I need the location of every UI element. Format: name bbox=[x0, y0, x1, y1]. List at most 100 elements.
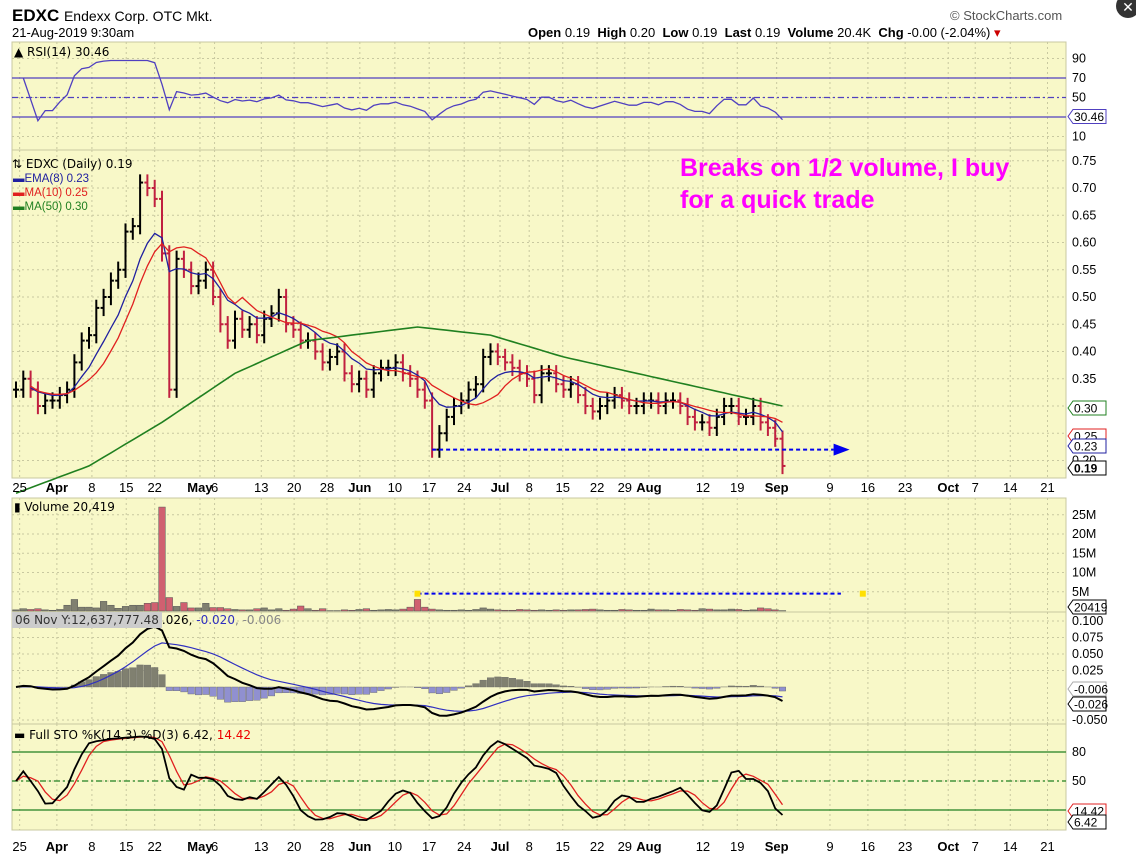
macd-histogram-bar bbox=[209, 686, 217, 697]
volume-bar bbox=[713, 609, 721, 612]
volume-bar bbox=[457, 609, 465, 612]
ma50-value-tag-text: 0.30 bbox=[1074, 402, 1098, 416]
macd-histogram-bar bbox=[691, 686, 699, 689]
volume-bar bbox=[348, 609, 356, 612]
macd-histogram-bar bbox=[457, 686, 465, 689]
volume-bar bbox=[749, 609, 757, 612]
volume-bar bbox=[180, 602, 188, 612]
macd-tick-label: 0.100 bbox=[1072, 614, 1103, 628]
x-tick-label: 16 bbox=[861, 839, 875, 854]
macd-histogram-bar bbox=[581, 686, 589, 689]
vol-tick-label: 25M bbox=[1072, 508, 1096, 522]
x-tick-label: 9 bbox=[826, 480, 833, 495]
price-tick-label: 0.75 bbox=[1072, 154, 1096, 168]
x-tick-label: 29 bbox=[618, 480, 632, 495]
macd-histogram-bar bbox=[618, 686, 626, 689]
volume-bar bbox=[611, 609, 619, 612]
x-tick-label: 16 bbox=[861, 480, 875, 495]
macd-histogram-bar bbox=[238, 686, 246, 702]
macd-histogram-bar bbox=[523, 680, 531, 688]
macd-histogram-bar bbox=[552, 684, 560, 688]
volume-bar bbox=[567, 609, 575, 612]
macd-signal-value: -0.020 bbox=[196, 613, 235, 627]
rsi-legend: ▲ RSI(14) 30.46 bbox=[14, 45, 110, 59]
macd-histogram-bar bbox=[538, 683, 546, 688]
price-legend: ⇅ EDXC (Daily) 0.19 bbox=[12, 157, 133, 171]
x-tick-label: Jul bbox=[491, 480, 510, 495]
macd-hist-value: , -0.006 bbox=[234, 613, 282, 627]
x-tick-label: 15 bbox=[119, 839, 133, 854]
macd-histogram-bar bbox=[341, 686, 349, 695]
sto-tick-label: 80 bbox=[1072, 745, 1086, 759]
volume-bar bbox=[165, 597, 173, 612]
volume-bar bbox=[304, 608, 312, 612]
macd-histogram-bar bbox=[633, 686, 641, 689]
volume-bar bbox=[85, 606, 93, 612]
volume-bar bbox=[603, 609, 611, 612]
macd-panel bbox=[11, 611, 1067, 725]
x-tick-label: 13 bbox=[254, 839, 268, 854]
volume-bar bbox=[260, 607, 268, 612]
price-tick-label: 0.50 bbox=[1072, 290, 1096, 304]
price-tick-label: 0.70 bbox=[1072, 181, 1096, 195]
macd-histogram-bar bbox=[348, 686, 356, 695]
volume-bar bbox=[574, 609, 582, 612]
sto-d-legend: 14.42 bbox=[216, 728, 252, 742]
volume-bar bbox=[202, 603, 210, 612]
arrow-handle bbox=[414, 590, 421, 597]
volume-bar bbox=[48, 609, 57, 612]
macd-histogram-bar bbox=[377, 686, 385, 691]
x-tick-label: 8 bbox=[526, 480, 533, 495]
volume-bar bbox=[530, 609, 538, 612]
x-tick-label: Sep bbox=[765, 839, 789, 854]
macd-histogram-bar bbox=[735, 685, 743, 688]
x-tick-label: 7 bbox=[972, 839, 979, 854]
sto-k-legend: Full STO %K(14,3) %D(3) 6.42, bbox=[29, 728, 213, 742]
x-tick-label: May bbox=[187, 839, 213, 854]
macd-histogram-bar bbox=[121, 668, 129, 688]
x-tick-label: Aug bbox=[636, 839, 661, 854]
x-tick-label: 24 bbox=[457, 480, 471, 495]
macd-histogram-bar bbox=[384, 686, 392, 690]
macd-tick-label: 0.075 bbox=[1072, 631, 1103, 645]
volume-bar bbox=[209, 607, 217, 612]
volume-bar bbox=[340, 609, 349, 612]
volume-bar bbox=[654, 609, 662, 612]
macd-histogram-bar bbox=[706, 686, 714, 690]
rsi-value-tag: 30.46 bbox=[1067, 109, 1107, 125]
volume-bar bbox=[662, 609, 670, 612]
x-tick-label: Apr bbox=[46, 839, 68, 854]
macd-histogram-bar bbox=[151, 667, 159, 688]
sto-k-tag: 6.42 bbox=[1067, 814, 1107, 830]
macd-histogram-bar bbox=[428, 686, 436, 694]
x-tick-label: 17 bbox=[422, 839, 436, 854]
macd-histogram-bar bbox=[698, 686, 706, 689]
x-tick-label: 22 bbox=[590, 839, 604, 854]
price-tick-label: 0.55 bbox=[1072, 263, 1096, 277]
x-tick-label: 8 bbox=[88, 839, 95, 854]
macd-histogram-bar bbox=[560, 685, 568, 688]
x-tick-label: 23 bbox=[898, 480, 912, 495]
macd-histogram-bar bbox=[779, 686, 787, 692]
ma50-value-tag: 0.30 bbox=[1067, 400, 1107, 416]
volume-bar bbox=[297, 605, 305, 612]
volume-bar bbox=[581, 609, 589, 612]
volume-bar bbox=[392, 609, 400, 612]
volume-bar bbox=[742, 609, 750, 612]
price-tick-label: 0.35 bbox=[1072, 372, 1096, 386]
x-tick-label: 25 bbox=[12, 839, 26, 854]
macd-histogram-bar bbox=[611, 686, 619, 689]
macd-histogram-bar bbox=[567, 685, 575, 688]
ma10-legend: ▬MA(10) 0.25 bbox=[13, 187, 88, 199]
price-tick-label: 0.60 bbox=[1072, 236, 1096, 250]
x-tick-label: 8 bbox=[526, 839, 533, 854]
x-tick-label: 22 bbox=[147, 839, 161, 854]
x-tick-label: 10 bbox=[388, 480, 402, 495]
sto-legend: ▬ Full STO %K(14,3) %D(3) 6.42, 14.42 bbox=[14, 728, 252, 742]
volume-bar bbox=[231, 609, 239, 612]
vol-tick-label: 10M bbox=[1072, 566, 1096, 580]
macd-histogram-bar bbox=[187, 686, 195, 695]
volume-bar bbox=[676, 609, 684, 612]
volume-bar bbox=[413, 599, 422, 612]
macd-histogram-bar bbox=[136, 664, 144, 688]
